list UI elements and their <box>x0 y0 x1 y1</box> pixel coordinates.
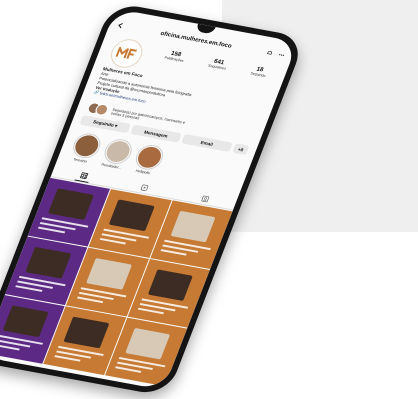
phone-mockup: oficina.mulheres.em.foco 158 Publicações… <box>0 0 418 399</box>
highlight-teresina[interactable]: Teresina <box>68 131 105 164</box>
post-photo <box>109 199 156 232</box>
tab-grid[interactable] <box>74 169 93 183</box>
highlight-hellipolis[interactable]: Hellipolis <box>130 142 167 176</box>
stat-followers[interactable]: 641 Seguidores <box>207 58 228 71</box>
highlight-label: Hellipolis <box>134 168 151 176</box>
phone-screen: oficina.mulheres.em.foco 158 Publicações… <box>0 8 299 390</box>
highlight-image <box>134 145 165 170</box>
profile-handle: oficina.mulheres.em.foco <box>159 31 233 50</box>
post-photo <box>147 268 194 301</box>
highlight-ring <box>100 137 136 166</box>
add-person-button[interactable]: +8 <box>232 143 250 156</box>
phone-body: oficina.mulheres.em.foco 158 Publicações… <box>0 2 307 397</box>
post-photo <box>63 316 110 349</box>
tab-reels[interactable] <box>136 181 153 193</box>
post-photo <box>170 210 217 243</box>
tagged-person-icon <box>201 195 209 202</box>
highlight-label: Teresina <box>72 157 88 164</box>
highlight-resultado[interactable]: Resultado/... <box>99 137 136 170</box>
posts-grid <box>0 177 233 390</box>
profile-avatar[interactable] <box>106 36 147 71</box>
stat-following[interactable]: 18 Seguindo <box>250 66 268 78</box>
mf-logo-icon <box>115 46 138 59</box>
highlight-ring <box>132 142 167 172</box>
highlight-image <box>72 133 102 158</box>
camera-notch <box>195 23 216 35</box>
tab-tagged[interactable] <box>196 192 213 204</box>
post-photo <box>25 246 72 279</box>
stat-posts[interactable]: 158 Publicações <box>164 50 187 63</box>
more-options-icon[interactable] <box>277 52 286 61</box>
highlight-ring <box>69 131 105 161</box>
reels-icon <box>140 184 148 191</box>
bell-icon[interactable] <box>265 50 274 59</box>
post-photo <box>86 257 133 290</box>
highlight-image <box>103 139 133 164</box>
post-photo <box>2 305 49 338</box>
grid-icon <box>79 172 88 180</box>
post-photo <box>124 327 171 360</box>
post-photo <box>48 187 94 220</box>
